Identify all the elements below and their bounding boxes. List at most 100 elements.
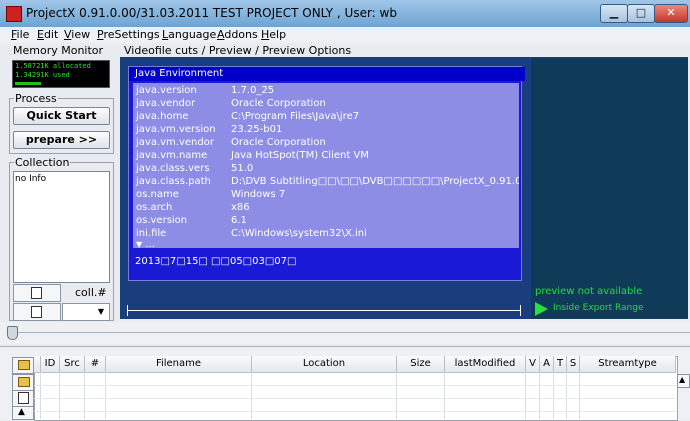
property-value: Oracle Corporation: [231, 137, 326, 148]
add-file-button[interactable]: [12, 374, 34, 391]
column-header-size[interactable]: Size: [397, 356, 445, 373]
column-header-id[interactable]: ID: [41, 356, 60, 373]
column-header-last-modified[interactable]: lastModified: [445, 356, 526, 373]
menu-file[interactable]: File: [11, 28, 29, 41]
timeline-end-marker: [520, 305, 521, 316]
java-environment-properties: java.version 1.7.0_25 java.vendor Oracle C…: [133, 83, 519, 248]
open-file-button[interactable]: [12, 357, 34, 374]
property-row: java.home C:\Program Files\Java\jre7: [136, 111, 359, 122]
memory-usage-bar: [15, 82, 41, 85]
folder-add-icon: [18, 377, 30, 387]
property-row: java.vm.name Java HotSpot(TM) Client VM: [136, 150, 369, 161]
preview-status: preview not available: [535, 286, 643, 297]
cut-timeline[interactable]: [127, 310, 521, 311]
column-header-a[interactable]: A: [540, 356, 554, 373]
preview-side-panel: preview not available Inside Export Rang…: [531, 58, 688, 319]
property-key: java.class.path: [136, 176, 211, 187]
maximize-button[interactable]: □: [627, 4, 655, 23]
property-row: java.vm.vendor Oracle Corporation: [136, 137, 326, 148]
add-file-icon: [31, 287, 42, 299]
property-row: java.vm.version 23.25-b01: [136, 124, 282, 135]
table-row-divider: [34, 385, 676, 386]
property-value: Java HotSpot(TM) Client VM: [231, 150, 369, 161]
property-value: C:\Windows\system32\X.ini: [231, 228, 367, 239]
close-icon: ✕: [666, 6, 676, 19]
menu-bar: File Edit View PreSettings Language Addo…: [0, 27, 690, 43]
collection-number-select[interactable]: ▼: [62, 303, 110, 321]
column-header-blank: [34, 356, 41, 373]
menu-addons[interactable]: Addons: [217, 28, 258, 41]
collection-list[interactable]: no Info: [13, 171, 110, 283]
property-key: os.name: [136, 189, 179, 200]
property-key: java.vendor: [136, 98, 196, 109]
property-key: java.class.vers: [136, 163, 210, 174]
property-value: Oracle Corporation: [231, 98, 326, 109]
arrow-up-icon: ▲: [18, 407, 25, 417]
property-row: ini.file C:\Windows\system32\X.ini: [136, 228, 367, 239]
property-value: x86: [231, 202, 250, 213]
chevron-down-icon: ▼: [97, 307, 105, 316]
java-environment-header: Java Environment: [129, 67, 525, 81]
property-row: java.version 1.7.0_25: [136, 85, 274, 96]
preview-section-label: Videofile cuts / Preview / Preview Optio…: [123, 44, 353, 57]
memory-monitor: 1.58721K allocated 1.34291K used: [12, 60, 110, 88]
memory-allocated: 1.58721K allocated: [15, 62, 91, 70]
quick-start-button[interactable]: Quick Start: [13, 107, 110, 125]
property-value: 1.7.0_25: [231, 85, 275, 96]
column-header-t[interactable]: T: [554, 356, 567, 373]
timeline-start-marker: [127, 305, 128, 316]
column-header-v[interactable]: V: [526, 356, 540, 373]
menu-language[interactable]: Language: [162, 28, 216, 41]
column-header-s[interactable]: S: [567, 356, 580, 373]
menu-edit[interactable]: Edit: [37, 28, 58, 41]
table-scroll-up-button[interactable]: ▲: [677, 374, 690, 388]
column-header-streamtype[interactable]: Streamtype: [580, 356, 676, 373]
more-row: ▼ ...: [136, 239, 155, 248]
property-value: 51.0: [231, 163, 254, 174]
minimize-button[interactable]: ▁: [600, 4, 628, 23]
property-value: C:\Program Files\Java\jre7: [231, 111, 360, 122]
property-row: os.name Windows 7: [136, 189, 285, 200]
column-header-filename[interactable]: Filename: [106, 356, 252, 373]
property-key: os.arch: [136, 202, 173, 213]
column-header-location[interactable]: Location: [252, 356, 397, 373]
collection-label: Collection: [14, 156, 71, 169]
property-value: Windows 7: [231, 189, 286, 200]
memory-monitor-label: Memory Monitor: [12, 44, 105, 57]
property-row: java.vendor Oracle Corporation: [136, 98, 326, 109]
document-icon: [18, 392, 29, 404]
menu-presettings[interactable]: PreSettings: [97, 28, 160, 41]
play-arrow-icon: [535, 302, 548, 316]
property-key: java.version: [136, 85, 197, 96]
prepare-button[interactable]: prepare >>: [13, 131, 110, 149]
triangle-down-icon: ▼: [136, 240, 143, 248]
column-header-src[interactable]: Src: [60, 356, 85, 373]
property-key: java.vm.vendor: [136, 137, 214, 148]
minimize-icon: ▁: [609, 6, 619, 19]
property-key: java.home: [136, 111, 189, 122]
add-collection-button[interactable]: [13, 284, 61, 302]
property-key: os.version: [136, 215, 188, 226]
property-row: os.arch x86: [136, 202, 250, 213]
collection-info: no Info: [15, 174, 47, 184]
property-value: 6.1: [231, 215, 247, 226]
menu-help[interactable]: Help: [261, 28, 286, 41]
table-row-divider: [34, 398, 676, 399]
move-up-button[interactable]: ▲: [12, 406, 34, 420]
position-slider-line: [14, 332, 690, 333]
property-value: D:\DVB Subtitling□□\□□\DVB□□□□□□\Project…: [231, 176, 519, 187]
remove-collection-button[interactable]: [13, 303, 61, 321]
memory-used: 1.34291K used: [15, 71, 70, 79]
close-button[interactable]: ✕: [654, 4, 688, 23]
column-header-number[interactable]: #: [85, 356, 106, 373]
property-row: java.class.vers 51.0: [136, 163, 253, 174]
collection-number-label: coll.#: [75, 286, 107, 299]
file-info-button[interactable]: [12, 390, 34, 407]
more-indicator: ...: [145, 239, 155, 248]
menu-view[interactable]: View: [64, 28, 90, 41]
position-slider-handle[interactable]: [7, 326, 18, 340]
folder-open-icon: [18, 360, 30, 370]
position-slider-track[interactable]: [0, 322, 690, 344]
recording-date: 2013□7□15□ □□05□03□07□: [135, 256, 297, 267]
file-icon: [31, 306, 42, 318]
